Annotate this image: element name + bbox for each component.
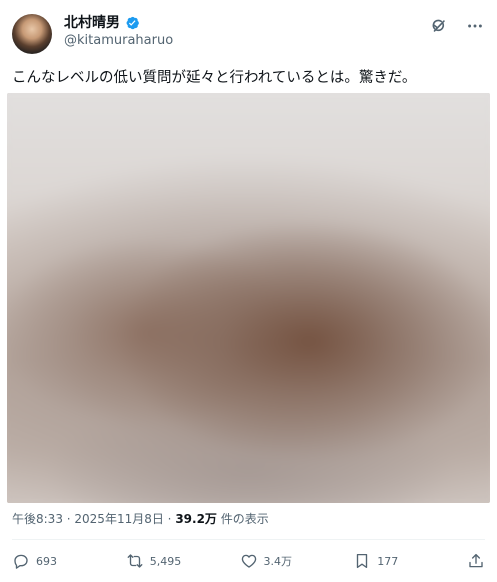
divider — [12, 539, 485, 540]
bookmark-count: 177 — [377, 554, 399, 568]
more-icon[interactable] — [465, 16, 485, 36]
share-icon — [469, 553, 483, 568]
verified-badge-icon[interactable] — [124, 15, 140, 31]
repost-button[interactable]: 5,495 — [126, 552, 186, 570]
name-row: 北村晴男 — [64, 14, 173, 32]
post-time[interactable]: 午後8:33 — [12, 512, 63, 526]
post-media-image[interactable] — [7, 93, 490, 503]
bookmark-button[interactable]: 177 — [353, 552, 413, 570]
views-label: 件の表示 — [216, 512, 269, 526]
views-count: 39.2万 — [175, 512, 217, 526]
meta-separator: · — [62, 512, 75, 526]
grok-icon[interactable] — [429, 16, 449, 36]
post-header: 北村晴男 @kitamuraharuo — [12, 14, 485, 54]
like-count: 3.4万 — [263, 555, 293, 568]
repost-icon — [127, 554, 143, 568]
post-date[interactable]: 2025年11月8日 — [74, 512, 163, 526]
reply-button[interactable]: 693 — [12, 552, 72, 570]
author-display-name[interactable]: 北村晴男 — [64, 14, 120, 32]
blurred-photo — [7, 93, 490, 503]
reply-icon — [14, 554, 28, 569]
action-bar: 693 5,495 3.4万 177 — [12, 550, 485, 572]
post-meta: 午後8:33 · 2025年11月8日 · 39.2万 件の表示 — [12, 510, 269, 528]
meta-separator: · — [163, 512, 176, 526]
bookmark-icon — [357, 553, 368, 569]
like-button[interactable]: 3.4万 — [240, 552, 300, 570]
author-handle[interactable]: @kitamuraharuo — [64, 32, 173, 50]
avatar[interactable] — [12, 14, 52, 54]
repost-count: 5,495 — [149, 554, 182, 568]
post-card: 北村晴男 @kitamuraharuo こんなレベルの低い質問が延々と行われてい… — [0, 0, 497, 582]
header-actions — [429, 14, 485, 36]
share-button[interactable] — [467, 552, 485, 570]
author-names: 北村晴男 @kitamuraharuo — [64, 14, 173, 50]
post-text: こんなレベルの低い質問が延々と行われているとは。驚きだ。 — [12, 70, 417, 86]
reply-count: 693 — [36, 554, 57, 568]
heart-icon — [241, 554, 256, 568]
